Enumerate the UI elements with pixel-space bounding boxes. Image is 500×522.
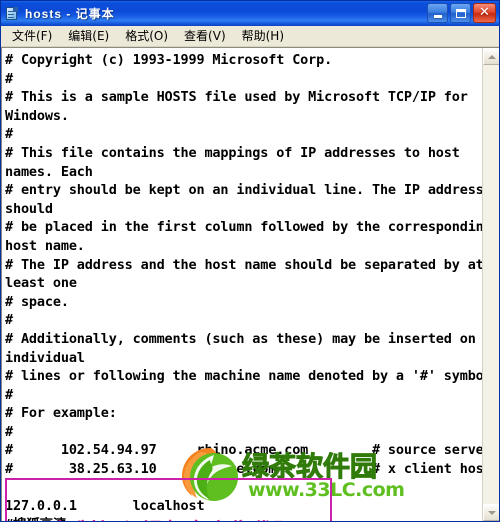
editor-line: # bbox=[5, 70, 13, 87]
scroll-up-button[interactable] bbox=[483, 48, 499, 65]
editor-line: # This file contains the mappings of IP … bbox=[5, 144, 460, 161]
minimize-icon bbox=[433, 15, 442, 18]
editor-line: # bbox=[5, 423, 13, 440]
editor-line: # Copyright (c) 1993-1999 Microsoft Corp… bbox=[5, 52, 333, 68]
editor-line: # This is a sample HOSTS file used by Mi… bbox=[5, 89, 468, 106]
title-bar[interactable]: hosts - 记事本 ✕ bbox=[1, 1, 499, 26]
editor-line: # For example: bbox=[5, 405, 117, 422]
editor-line: host name. bbox=[5, 237, 85, 254]
editor-line: # Additionally, comments (such as these)… bbox=[5, 330, 476, 347]
editor-line: # 38.25.63.10 x.acme.com # x client host bbox=[5, 461, 482, 478]
editor-line: # 102.54.94.97 rhino.acme.com # source s… bbox=[5, 442, 482, 459]
scroll-down-button[interactable] bbox=[483, 504, 499, 521]
editor-line: # be placed in the first column followed… bbox=[5, 219, 482, 236]
menu-item-view[interactable]: 查看(V) bbox=[176, 28, 234, 45]
editor-line: # bbox=[5, 386, 13, 403]
editor-line: Windows. bbox=[5, 107, 69, 124]
editor-line: names. Each bbox=[5, 163, 93, 180]
annotation-text: 复制加入视频去广告代码 bbox=[50, 514, 292, 521]
editor-line: individual bbox=[5, 349, 85, 366]
chevron-down-icon bbox=[487, 510, 496, 515]
editor-line: # space. bbox=[5, 293, 69, 310]
notepad-document-icon bbox=[5, 6, 19, 21]
close-button[interactable]: ✕ bbox=[473, 3, 496, 23]
editor-line: # lines or following the machine name de… bbox=[5, 368, 482, 385]
close-icon: ✕ bbox=[479, 5, 490, 20]
vertical-scrollbar[interactable] bbox=[482, 48, 499, 521]
menu-bar: 文件(F) 编辑(E) 格式(O) 查看(V) 帮助(H) bbox=[1, 26, 499, 47]
window-controls: ✕ bbox=[427, 3, 496, 23]
text-editor[interactable]: # Copyright (c) 1993-1999 Microsoft Corp… bbox=[2, 48, 482, 521]
editor-line: # The IP address and the host name shoul… bbox=[5, 256, 482, 273]
menu-item-file[interactable]: 文件(F) bbox=[4, 28, 60, 45]
chevron-up-icon bbox=[487, 54, 496, 59]
menu-item-edit[interactable]: 编辑(E) bbox=[60, 28, 117, 45]
editor-line: should bbox=[5, 200, 53, 217]
editor-line: least one bbox=[5, 275, 77, 292]
notepad-window: hosts - 记事本 ✕ 文件(F) 编辑(E) 格式(O) 查看(V) 帮助… bbox=[0, 0, 500, 522]
editor-line: # entry should be kept on an individual … bbox=[5, 182, 482, 199]
minimize-button[interactable] bbox=[427, 3, 448, 23]
maximize-icon bbox=[455, 8, 466, 18]
editor-line: # bbox=[5, 126, 13, 143]
window-title: hosts - 记事本 bbox=[25, 7, 115, 21]
editor-line: # bbox=[5, 312, 13, 329]
client-area: # Copyright (c) 1993-1999 Microsoft Corp… bbox=[1, 47, 499, 521]
menu-item-format[interactable]: 格式(O) bbox=[117, 28, 176, 45]
menu-item-help[interactable]: 帮助(H) bbox=[234, 28, 292, 45]
scrollbar-track[interactable] bbox=[483, 65, 499, 504]
maximize-button[interactable] bbox=[450, 3, 471, 23]
